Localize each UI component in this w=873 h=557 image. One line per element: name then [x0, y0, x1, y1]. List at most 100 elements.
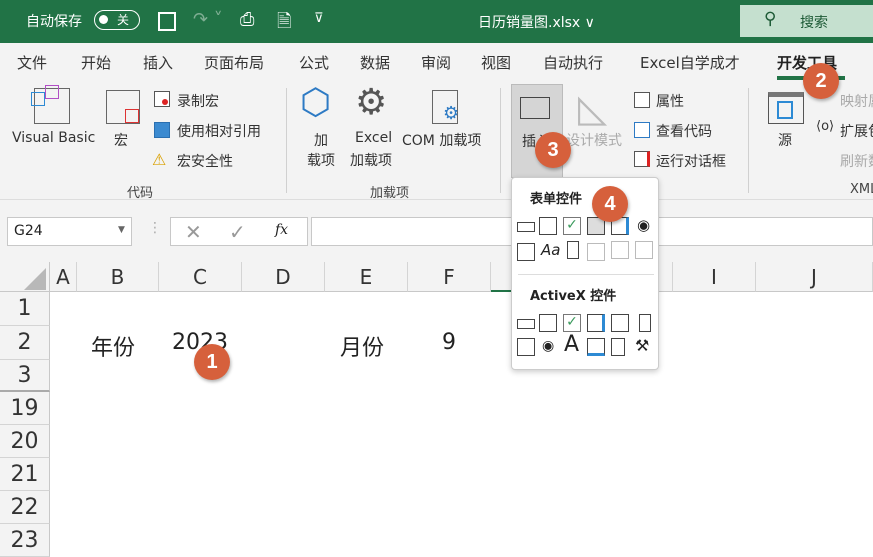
print-preview-icon[interactable]: ⎙ — [240, 9, 254, 30]
view-code-icon — [634, 122, 650, 138]
macros-button[interactable]: 宏 — [114, 130, 128, 150]
button-control-icon[interactable] — [517, 222, 535, 232]
warning-icon: ⚠ — [152, 150, 167, 169]
activex-toggle-button-icon[interactable] — [611, 338, 625, 356]
activex-option-button-icon[interactable]: ◉ — [542, 338, 554, 354]
column-header[interactable]: I — [673, 262, 756, 292]
record-macro-button[interactable]: 录制宏 — [177, 91, 219, 111]
scroll-bar-icon[interactable] — [567, 241, 579, 259]
text-field-icon — [587, 243, 605, 261]
expansion-pack-button[interactable]: 扩展包 — [840, 121, 873, 141]
column-header[interactable]: D — [242, 262, 325, 292]
addins-button[interactable]: 加 — [314, 130, 328, 150]
redo-icon[interactable]: ↷ ˅ — [193, 9, 223, 30]
combo-box-icon[interactable] — [539, 217, 557, 235]
option-button-icon[interactable]: ◉ — [637, 216, 650, 234]
row-header[interactable]: 3 — [0, 360, 50, 392]
activex-button-icon[interactable] — [517, 319, 535, 329]
column-header[interactable]: E — [325, 262, 408, 292]
autosave-label: 自动保存 — [26, 14, 82, 30]
row-header[interactable]: 1 — [0, 292, 50, 326]
tab-page-layout[interactable]: 页面布局 — [204, 52, 264, 73]
column-header[interactable]: A — [50, 262, 77, 292]
expansion-pack-icon: ⟨o⟩ — [816, 119, 835, 134]
formula-bar-area: G24 ▼ ⋮ ✕ ✓ fx — [0, 200, 873, 262]
drag-handle-icon[interactable]: ⋮ — [148, 220, 162, 236]
design-mode-button[interactable]: 设计模式 — [566, 130, 622, 150]
form-controls-title: 表单控件 — [530, 192, 583, 207]
row-header[interactable]: 2 — [0, 326, 50, 360]
toolbox-icon — [520, 97, 550, 119]
row-header[interactable]: 20 — [0, 425, 50, 458]
tab-file[interactable]: 文件 — [17, 52, 47, 73]
cell-e2[interactable]: 月份 — [340, 330, 384, 362]
cell-f2[interactable]: 9 — [442, 330, 456, 355]
ribbon: Visual Basic 宏 录制宏 使用相对引用 ⚠ 宏安全性 代码 ⬡ 加 … — [0, 80, 873, 201]
customize-qat-icon[interactable]: ⊽ — [314, 11, 324, 26]
step-badge-1: 1 — [194, 344, 230, 380]
checkbox-icon[interactable]: ✓ — [563, 217, 581, 235]
refresh-data-button[interactable]: 刷新数据 — [840, 151, 873, 171]
macro-security-button[interactable]: 宏安全性 — [177, 151, 233, 171]
relative-reference-button[interactable]: 使用相对引用 — [177, 121, 261, 141]
column-header[interactable]: F — [408, 262, 491, 292]
enter-icon[interactable]: ✓ — [229, 220, 246, 244]
filename[interactable]: 日历销量图.xlsx ∨ — [478, 12, 595, 32]
com-addins-icon: ⚙ — [432, 90, 459, 124]
gear-icon: ⚙ — [355, 82, 388, 123]
activex-checkbox-icon[interactable]: ✓ — [563, 314, 581, 332]
group-box-icon[interactable] — [517, 243, 535, 261]
label-icon[interactable]: Aa — [541, 241, 560, 259]
row-header[interactable]: 19 — [0, 392, 50, 425]
group-label-xml: XML — [850, 182, 873, 197]
search-icon: ⚲ — [764, 9, 777, 29]
name-box[interactable]: G24 ▼ — [7, 217, 132, 246]
activex-list-box-icon[interactable] — [587, 314, 605, 332]
view-code-button[interactable]: 查看代码 — [656, 121, 712, 141]
macros-icon — [106, 90, 140, 124]
tab-automate[interactable]: 自动执行 — [543, 52, 603, 73]
source-icon — [768, 92, 804, 124]
tab-excel-self-study[interactable]: Excel自学成才 — [640, 52, 740, 73]
insert-function-icon[interactable]: fx — [275, 222, 288, 238]
activex-combo-box-icon[interactable] — [539, 314, 557, 332]
combo-list-edit-icon — [611, 241, 629, 259]
save-icon[interactable] — [158, 12, 176, 31]
activex-spin-button-icon[interactable] — [517, 338, 535, 356]
step-badge-3: 3 — [535, 132, 571, 168]
activex-scroll-bar-icon[interactable] — [639, 314, 651, 332]
tab-view[interactable]: 视图 — [481, 52, 511, 73]
visual-basic-button[interactable]: Visual Basic — [12, 130, 95, 146]
properties-button[interactable]: 属性 — [656, 91, 684, 111]
row-header[interactable]: 21 — [0, 458, 50, 491]
document-icon[interactable]: 🗎 — [277, 9, 291, 39]
cancel-icon[interactable]: ✕ — [185, 220, 202, 244]
tab-home[interactable]: 开始 — [81, 52, 111, 73]
search-box[interactable]: ⚲ 搜索 — [740, 5, 873, 37]
activex-text-box-icon[interactable] — [611, 314, 629, 332]
row-header[interactable]: 22 — [0, 491, 50, 524]
tab-insert[interactable]: 插入 — [143, 52, 173, 73]
source-button[interactable]: 源 — [778, 130, 792, 150]
column-header[interactable]: J — [756, 262, 873, 292]
tab-formulas[interactable]: 公式 — [299, 52, 329, 73]
autosave-toggle[interactable]: 关 — [94, 10, 140, 30]
map-properties-button[interactable]: 映射属性 — [840, 91, 873, 111]
record-macro-icon — [154, 91, 170, 107]
com-addins-button[interactable]: COM 加载项 — [402, 130, 481, 150]
more-controls-icon[interactable]: ⚒ — [635, 336, 649, 355]
insert-controls-dropdown: 表单控件 ✓ ◉ Aa ActiveX 控件 ✓ ◉ A ⚒ — [511, 177, 659, 370]
row-header[interactable]: 23 — [0, 524, 50, 557]
activex-label-icon[interactable]: A — [564, 332, 579, 357]
activex-image-icon[interactable] — [587, 338, 605, 356]
run-dialog-button[interactable]: 运行对话框 — [656, 151, 726, 171]
activex-controls-title: ActiveX 控件 — [530, 289, 617, 304]
select-all-button[interactable] — [0, 262, 50, 292]
tab-review[interactable]: 审阅 — [421, 52, 451, 73]
column-header[interactable]: B — [77, 262, 159, 292]
group-label-code: 代码 — [127, 186, 154, 201]
tab-data[interactable]: 数据 — [360, 52, 390, 73]
column-header[interactable]: C — [159, 262, 242, 292]
excel-addins-button[interactable]: Excel — [355, 130, 392, 146]
cell-b2[interactable]: 年份 — [91, 330, 135, 362]
